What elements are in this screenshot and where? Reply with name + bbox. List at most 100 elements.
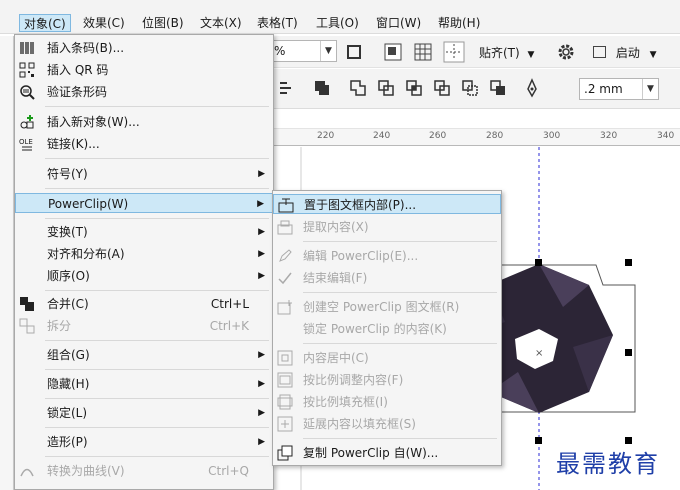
menu-item-label: 复制 PowerClip 自(W)... [303, 446, 439, 460]
extract-contents-icon [277, 220, 293, 235]
menu-item-insert-new-object[interactable]: 插入新对象(W)... [15, 112, 273, 132]
menu-item-hide[interactable]: 隐藏(H) ▶ [15, 374, 273, 394]
ruler-tick: 320 [600, 131, 618, 141]
full-screen-icon[interactable] [345, 43, 363, 61]
powerclip-submenu: 置于图文框内部(P)... 提取内容(X) 编辑 PowerClip(E)...… [272, 190, 502, 466]
menu-item-powerclip[interactable]: PowerClip(W) ▶ [15, 193, 273, 213]
menu-item-group[interactable]: 组合(G) ▶ [15, 345, 273, 365]
menu-separator [45, 218, 269, 219]
menu-item-label: 符号(Y) [47, 167, 88, 181]
menu-item-transform[interactable]: 变换(T) ▶ [15, 222, 273, 242]
menu-item-combine[interactable]: 合并(C) Ctrl+L [15, 294, 273, 314]
chevron-right-icon: ▶ [258, 408, 265, 418]
menu-effects[interactable]: 效果(C) [79, 14, 129, 32]
menu-item-label: 结束编辑(F) [303, 271, 368, 285]
menu-separator [45, 398, 269, 399]
verify-barcode-icon [20, 85, 35, 100]
menu-item-shaping[interactable]: 造形(P) ▶ [15, 432, 273, 452]
menu-separator [45, 290, 269, 291]
simplify-icon[interactable] [433, 79, 451, 97]
menu-item-symbol[interactable]: 符号(Y) ▶ [15, 164, 273, 184]
menu-item-label: 造形(P) [47, 435, 88, 449]
align-icon[interactable] [277, 79, 295, 97]
fit-proportionally-icon [277, 372, 293, 388]
menu-item-label: 编辑 PowerClip(E)... [303, 249, 419, 263]
menu-window[interactable]: 窗口(W) [372, 14, 425, 32]
menu-separator [303, 292, 497, 293]
chevron-right-icon: ▶ [258, 271, 265, 281]
front-minus-back-icon[interactable] [461, 79, 479, 97]
menu-item-label: 延展内容以填充框(S) [303, 417, 416, 431]
menu-item-insert-qr[interactable]: 插入 QR 码 [15, 60, 273, 80]
menu-item-label: 锁定(L) [47, 406, 88, 420]
gear-icon[interactable] [557, 43, 575, 61]
ruler-tick: 240 [373, 131, 391, 141]
center-marker: × [535, 348, 543, 359]
menu-separator [303, 241, 497, 242]
menu-item-label: 插入新对象(W)... [47, 115, 140, 129]
menu-item-order[interactable]: 顺序(O) ▶ [15, 266, 273, 286]
menu-item-label: 提取内容(X) [303, 220, 369, 234]
back-minus-front-icon[interactable] [489, 79, 507, 97]
ruler-tick: 280 [486, 131, 504, 141]
menu-object[interactable]: 对象(C) [19, 14, 71, 32]
menu-help[interactable]: 帮助(H) [434, 14, 484, 32]
watermark-text: 最需教育 [556, 450, 660, 478]
menu-item-label: 插入条码(B)... [47, 41, 125, 55]
launch-label: 启动 [615, 46, 640, 60]
combine-shapes-icon[interactable] [313, 79, 331, 97]
trim-icon[interactable] [377, 79, 395, 97]
menu-item-extract-contents: 提取内容(X) [273, 217, 501, 237]
guidelines-icon[interactable] [443, 41, 465, 63]
menu-item-verify-barcode[interactable]: 验证条形码 [15, 82, 273, 102]
menu-separator [45, 188, 269, 189]
menu-item-copy-powerclip-from[interactable]: 复制 PowerClip 自(W)... [273, 443, 501, 463]
zoom-combo[interactable]: % ▼ [269, 40, 337, 62]
menu-bitmaps[interactable]: 位图(B) [138, 14, 188, 32]
launch-dropdown[interactable]: 启动 ▼ [593, 44, 657, 61]
intersect-icon[interactable] [405, 79, 423, 97]
menu-item-label: 验证条形码 [47, 85, 108, 99]
rulers-icon[interactable] [383, 42, 403, 62]
menu-item-label: 组合(G) [47, 348, 90, 362]
selection-handle [625, 437, 632, 444]
combine-icon [20, 297, 34, 311]
menu-tools[interactable]: 工具(O) [312, 14, 363, 32]
snap-to-label: 贴齐(T) [479, 46, 520, 60]
menu-item-shortcut: Ctrl+L [210, 297, 249, 311]
menu-item-fill-frame-proportionally: 按比例填充框(I) [273, 392, 501, 412]
menu-text[interactable]: 文本(X) [196, 14, 246, 32]
menu-item-break-apart: 拆分 Ctrl+K [15, 316, 273, 336]
menu-item-insert-barcode[interactable]: 插入条码(B)... [15, 38, 273, 58]
weld-icon[interactable] [349, 79, 367, 97]
standard-toolbar: % ▼ 贴齐(T) ▼ 启动 ▼ [269, 36, 680, 68]
barcode-icon [20, 42, 34, 54]
create-frame-icon [277, 300, 292, 315]
grid-icon[interactable] [413, 42, 433, 62]
menu-item-align-distribute[interactable]: 对齐和分布(A) ▶ [15, 244, 273, 264]
ruler-tick: 220 [317, 131, 335, 141]
fill-frame-icon [277, 394, 293, 410]
menu-table[interactable]: 表格(T) [253, 14, 302, 32]
menu-item-label: 锁定 PowerClip 的内容(K) [303, 322, 447, 336]
ruler-tick: 300 [543, 131, 561, 141]
menu-item-shortcut: Ctrl+Q [208, 464, 249, 478]
menu-item-convert-to-curves: 转换为曲线(V) Ctrl+Q [15, 461, 273, 481]
menu-item-lock[interactable]: 锁定(L) ▶ [15, 403, 273, 423]
chevron-right-icon: ▶ [258, 379, 265, 389]
menu-item-label: 合并(C) [47, 297, 89, 311]
outline-width-combo[interactable]: .2 mm ▼ [579, 78, 659, 100]
snap-to-dropdown[interactable]: 贴齐(T) ▼ [479, 44, 534, 61]
menu-item-label: 按比例填充框(I) [303, 395, 388, 409]
menu-item-links[interactable]: OLE 链接(K)... [15, 134, 273, 154]
finish-edit-icon [278, 272, 292, 285]
menu-item-label: 创建空 PowerClip 图文框(R) [303, 300, 460, 314]
object-menu: 插入条码(B)... 插入 QR 码 验证条形码 插入新对象(W)... OLE… [14, 34, 274, 490]
menu-item-label: 置于图文框内部(P)... [304, 198, 417, 212]
menu-item-label: 按比例调整内容(F) [303, 373, 404, 387]
menu-item-place-inside-frame[interactable]: 置于图文框内部(P)... [273, 194, 501, 214]
selection-handle [535, 259, 542, 266]
chevron-down-icon: ▼ [642, 79, 658, 99]
menu-bar: 对象(C) 效果(C) 位图(B) 文本(X) 表格(T) 工具(O) 窗口(W… [0, 0, 680, 34]
menu-item-label: 内容居中(C) [303, 351, 369, 365]
